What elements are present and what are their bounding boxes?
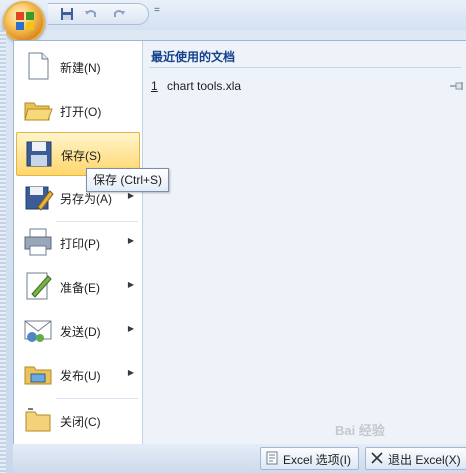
publish-icon [24,366,52,385]
customize-toolbar-dropdown[interactable]: = [154,5,160,16]
menu-item-label: 关闭(C) [60,415,101,429]
menu-item-label: 打开(O) [60,105,102,119]
recent-document-number: 1 [151,79,158,93]
quick-access-toolbar: = [0,0,466,43]
printer-icon [24,228,52,256]
menu-item-label: 另存为(A) [60,192,112,206]
menu-item-label: 发布(U) [60,369,101,383]
options-icon [266,451,278,465]
recent-document-item[interactable]: 1 chart tools.xla [151,79,465,97]
recent-documents-panel: 最近使用的文档 1 chart tools.xla [143,41,466,445]
save-icon[interactable] [60,7,74,21]
menu-item-open[interactable]: 打开(O) [16,89,140,131]
menu-item-label: 保存(S) [61,149,101,163]
prepare-icon [26,272,52,300]
redo-icon[interactable] [112,7,126,21]
excel-options-button[interactable]: Excel 选项(I) [260,447,359,470]
menu-item-label: 新建(N) [60,61,101,75]
menu-item-publish[interactable]: 发布(U) ▶ [16,353,140,395]
menu-item-prepare[interactable]: 准备(E) ▶ [16,265,140,307]
menu-item-label: 准备(E) [60,281,100,295]
menu-item-new[interactable]: 新建(N) [16,45,140,87]
submenu-arrow-icon: ▶ [127,280,134,289]
office-menu: 新建(N) 打开(O) 保存(S) 另存为(A) ▶ 打印(P) ▶ 准备(E)… [13,40,466,446]
submenu-arrow-icon: ▶ [127,236,134,245]
submenu-arrow-icon: ▶ [127,368,134,377]
menu-item-send[interactable]: 发送(D) ▶ [16,309,140,351]
open-folder-icon [24,102,53,121]
exit-excel-button[interactable]: 退出 Excel(X) [365,447,466,470]
watermark: Bai 经验 [335,423,385,438]
pin-icon[interactable] [449,81,465,91]
save-as-icon [25,186,54,211]
recent-document-name: chart tools.xla [167,79,242,93]
undo-icon[interactable] [84,7,98,21]
menu-commands: 新建(N) 打开(O) 保存(S) 另存为(A) ▶ 打印(P) ▶ 准备(E)… [14,41,143,445]
application-window: = 新建(N) 打开(O) 保存(S) 另存为(A) ▶ 打印(P) ▶ 准备(… [0,0,466,473]
close-icon [371,452,383,464]
recent-documents-title: 最近使用的文档 [151,50,236,64]
menu-footer: Excel 选项(I) 退出 Excel(X) [13,444,466,473]
office-button[interactable] [3,1,45,43]
menu-item-close[interactable]: 关闭(C) [16,399,140,441]
save-tooltip: 保存 (Ctrl+S) [86,168,170,192]
office-logo-icon [16,12,34,30]
close-folder-icon [25,408,51,432]
window-edge [0,30,6,473]
menu-item-label: 发送(D) [60,325,101,339]
quick-access-bar [48,3,149,25]
submenu-arrow-icon: ▶ [127,324,134,333]
save-icon [26,141,52,167]
menu-item-label: 打印(P) [60,237,100,251]
excel-options-label: Excel 选项(I) [283,453,352,467]
menu-item-print[interactable]: 打印(P) ▶ [16,221,140,263]
exit-excel-label: 退出 Excel(X) [388,453,461,467]
divider [149,67,461,68]
send-icon [24,320,52,342]
submenu-arrow-icon: ▶ [127,191,134,200]
new-document-icon [28,52,49,80]
